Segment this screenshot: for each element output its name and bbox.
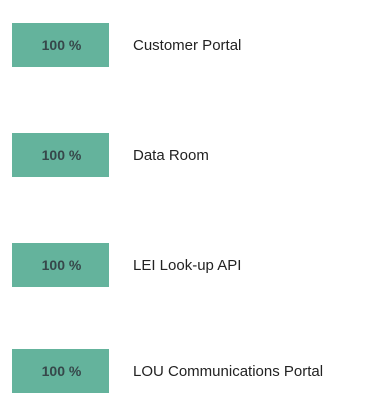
uptime-badge: 100 % <box>12 23 109 67</box>
service-row-customer-portal: 100 % Customer Portal <box>12 23 241 67</box>
service-name: Data Room <box>133 146 209 164</box>
uptime-badge: 100 % <box>12 243 109 287</box>
service-status-list: 100 % Customer Portal 100 % Data Room 10… <box>0 0 387 397</box>
uptime-badge: 100 % <box>12 133 109 177</box>
service-row-lei-lookup-api: 100 % LEI Look-up API <box>12 243 241 287</box>
service-name: Customer Portal <box>133 36 242 54</box>
service-name: LOU Communications Portal <box>133 362 324 380</box>
service-row-lou-communications-portal: 100 % LOU Communications Portal <box>12 349 323 393</box>
uptime-badge: 100 % <box>12 349 109 393</box>
service-row-data-room: 100 % Data Room <box>12 133 209 177</box>
service-name: LEI Look-up API <box>133 256 242 274</box>
